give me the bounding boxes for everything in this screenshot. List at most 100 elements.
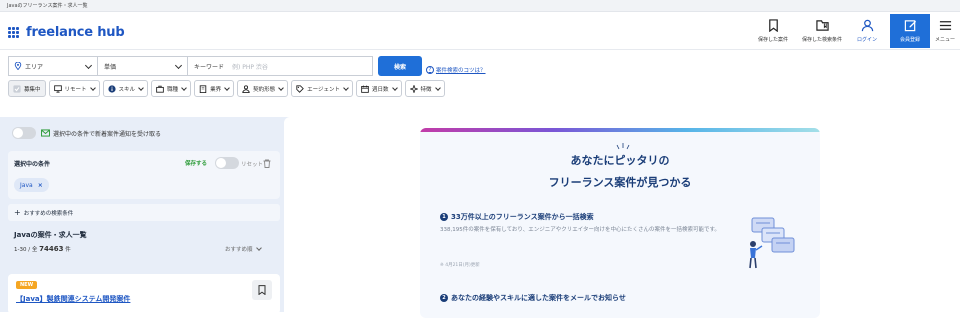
search-button[interactable]: 検索	[378, 56, 422, 76]
save-conditions-button[interactable]: 保存する	[185, 159, 207, 167]
filter-label: 週日数	[371, 86, 389, 93]
promo-headline-2: フリーランス案件が見つかる	[548, 176, 692, 189]
chevron-down-icon	[174, 61, 183, 70]
result-count-prefix: 1-30 / 全	[14, 247, 38, 253]
sparkle-lines-icon	[616, 143, 630, 150]
saved-searches-button[interactable]: 保存した検索条件	[798, 12, 846, 50]
saved-searches-label: 保存した検索条件	[801, 37, 842, 43]
chevron-down-icon	[343, 84, 349, 91]
chevron-down-icon	[181, 84, 187, 91]
filter-label: 募集中	[24, 86, 41, 93]
bookmark-icon	[258, 285, 266, 295]
login-button[interactable]: ログイン	[850, 12, 884, 50]
area-label: エリア	[25, 63, 44, 71]
filter-agent[interactable]: エージェント	[291, 80, 353, 97]
notify-label: 選択中の条件で新着案件通知を受け取る	[53, 130, 162, 138]
menu-icon	[939, 21, 951, 30]
trash-icon[interactable]	[263, 159, 271, 168]
promo-point-2-title: あなたの経験やスキルに適した案件をメールでお知らせ	[451, 294, 626, 302]
filter-skill[interactable]: スキル	[102, 80, 149, 97]
site-header: freelance hub 保存した案件 保存した検索条件 ログイン 会員登録 …	[0, 12, 960, 50]
mail-icon	[41, 129, 50, 137]
sparkle-icon	[409, 84, 418, 93]
filter-chips: 募集中 リモート スキル 職種 業界 契約形態 エージェント 週日数 特徴	[8, 80, 445, 97]
chevron-down-icon	[89, 84, 96, 91]
monitor-icon	[53, 84, 62, 93]
logo-text: freelance hub	[26, 25, 125, 40]
filter-label: スキル	[118, 86, 136, 93]
search-tips-link[interactable]: ? 案件検索のコツは？	[426, 66, 486, 74]
promo-point-1-title: 33万件以上のフリーランス案件から一括検索	[451, 213, 594, 221]
chevron-down-icon	[434, 84, 441, 91]
promo-point-1-note: ※ 4月21日(月)更新	[440, 263, 480, 268]
question-icon: ?	[426, 66, 434, 74]
filter-industry[interactable]: 業界	[194, 80, 235, 97]
logo-mark-icon	[8, 26, 21, 39]
result-count: 1-30 / 全 74463 件	[14, 245, 71, 253]
area-select[interactable]: エリア	[8, 56, 98, 76]
price-label: 単価	[104, 63, 117, 71]
reset-button[interactable]: リセット	[241, 160, 263, 168]
edit-icon	[904, 20, 916, 32]
chevron-down-icon	[84, 61, 93, 70]
tag-icon	[296, 84, 304, 93]
bookmark-icon	[768, 19, 778, 32]
chevron-down-icon	[391, 84, 398, 91]
notify-toggle-row[interactable]: 選択中の条件で新着案件通知を受け取る	[12, 127, 161, 139]
check-icon	[13, 84, 21, 93]
promo-headline-1: あなたにピッタリの	[570, 154, 670, 167]
person-icon	[242, 84, 250, 93]
promo-point-1: 1 33万件以上のフリーランス案件から一括検索	[440, 212, 594, 222]
promo-card: あなたにピッタリの フリーランス案件が見つかる 1 33万件以上のフリーランス案…	[420, 128, 820, 318]
bookmark-button[interactable]	[252, 280, 272, 300]
filter-days-per-week[interactable]: 週日数	[355, 80, 402, 97]
result-count-suffix: 件	[65, 247, 71, 253]
filter-label: 業界	[210, 86, 222, 93]
new-badge: NEW	[16, 281, 38, 289]
selected-tag-label: Java	[20, 181, 33, 189]
selected-conditions-card: 選択中の条件 保存する リセット Java ×	[8, 151, 280, 199]
price-select[interactable]: 単価	[97, 56, 188, 76]
search-illustration-icon	[749, 217, 795, 269]
list-title: Javaの案件・求人一覧	[14, 231, 87, 239]
save-conditions-toggle[interactable]	[215, 157, 239, 169]
selected-tag-java[interactable]: Java ×	[14, 178, 49, 192]
building-icon	[199, 84, 207, 93]
calendar-icon	[361, 85, 369, 93]
recommended-search-toggle[interactable]: + おすすめの検索条件	[8, 204, 280, 221]
user-icon	[861, 19, 873, 32]
filter-job-type[interactable]: 職種	[151, 80, 192, 97]
result-count-total: 74463	[39, 245, 64, 253]
filter-label: 契約形態	[253, 86, 276, 93]
number-1-icon: 1	[440, 213, 448, 221]
keyword-input[interactable]: キーワード 例) PHP 渋谷	[187, 56, 373, 76]
filter-label: リモート	[64, 86, 87, 93]
menu-button[interactable]: メニュー	[932, 12, 958, 50]
browser-title-bar: Javaのフリーランス案件・求人一覧	[0, 0, 960, 12]
plus-icon: +	[14, 208, 21, 217]
chevron-down-icon	[138, 84, 144, 91]
close-icon[interactable]: ×	[38, 182, 43, 189]
number-2-icon: 2	[440, 294, 448, 302]
saved-jobs-label: 保存した案件	[757, 37, 788, 43]
register-button[interactable]: 会員登録	[890, 14, 930, 48]
info-icon	[107, 84, 116, 93]
promo-point-1-desc: 338,195件の案件を保有しており、エンジニアやクリエイター向けを中心にたくさ…	[440, 227, 720, 233]
job-card[interactable]: NEW 【Java】製鉄関連システム開発案件	[8, 274, 280, 314]
recommended-search-label: おすすめの検索条件	[23, 210, 74, 217]
saved-jobs-button[interactable]: 保存した案件	[752, 12, 794, 50]
gradient-bar	[420, 128, 820, 132]
filter-recruiting[interactable]: 募集中	[8, 80, 46, 97]
filter-contract-type[interactable]: 契約形態	[237, 80, 289, 97]
job-title-link[interactable]: 【Java】製鉄関連システム開発案件	[16, 294, 130, 304]
filter-features[interactable]: 特徴	[404, 80, 445, 97]
search-tips-label: 案件検索のコツは？	[436, 68, 486, 74]
filter-remote[interactable]: リモート	[48, 80, 100, 97]
sort-select[interactable]: おすすめ順	[225, 245, 263, 253]
filter-label: エージェント	[307, 86, 340, 93]
login-label: ログイン	[856, 37, 877, 43]
filter-label: 職種	[167, 86, 179, 93]
register-label: 会員登録	[899, 37, 920, 43]
notify-toggle[interactable]	[12, 127, 36, 139]
site-logo[interactable]: freelance hub	[8, 25, 125, 40]
